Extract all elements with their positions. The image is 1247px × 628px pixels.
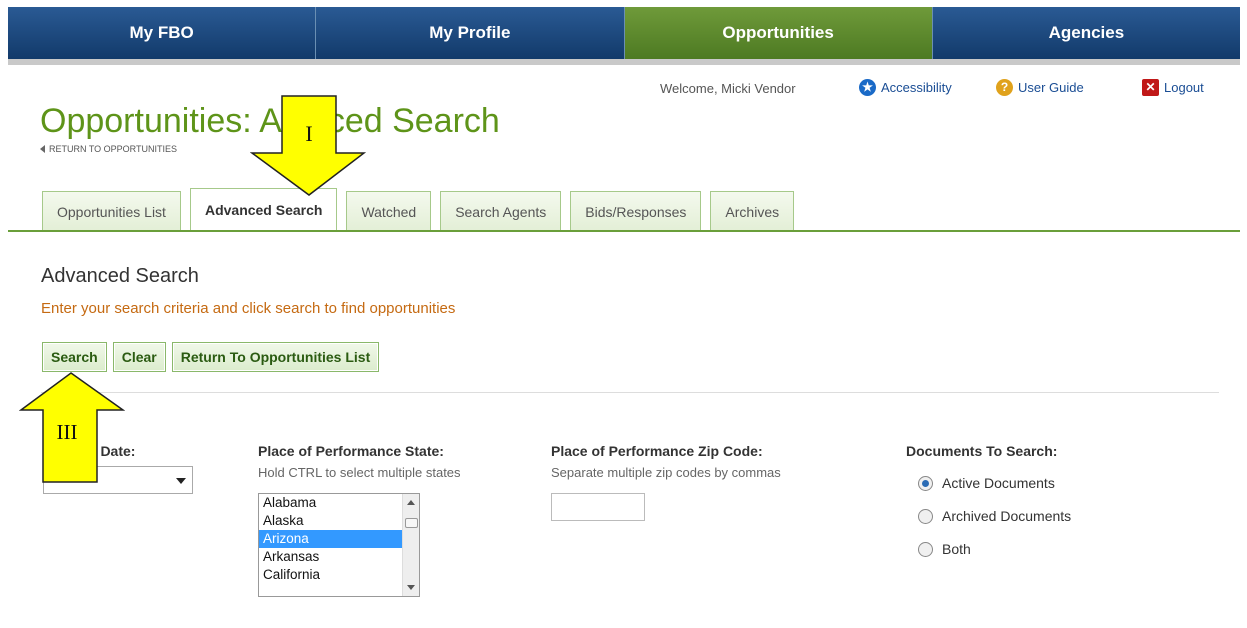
radio-both[interactable]: Both xyxy=(918,541,971,557)
sub-tabs: Opportunities List Advanced Search Watch… xyxy=(42,188,803,232)
accessibility-icon: ★ xyxy=(859,79,876,96)
tab-label: Opportunities List xyxy=(57,203,166,220)
welcome-text: Welcome, Micki Vendor xyxy=(660,81,796,96)
nav-tab-agencies[interactable]: Agencies xyxy=(932,7,1240,59)
clear-button[interactable]: Clear xyxy=(112,342,166,372)
help-icon: ? xyxy=(996,79,1013,96)
radio-label: Archived Documents xyxy=(942,508,1072,524)
zip-label: Place of Performance Zip Code: xyxy=(551,443,763,459)
radio-checked[interactable] xyxy=(918,475,933,491)
documents-label: Documents To Search: xyxy=(906,443,1058,459)
state-option-selected[interactable]: Arizona xyxy=(259,530,410,548)
section-subtitle: Enter your search criteria and click sea… xyxy=(41,300,456,317)
accessibility-link[interactable]: ★ Accessibility xyxy=(859,79,952,96)
tab-label: Search Agents xyxy=(455,203,547,220)
nav-tab-label: My Profile xyxy=(429,23,511,42)
logout-link[interactable]: ✕ Logout xyxy=(1142,79,1204,96)
tab-archives[interactable]: Archives xyxy=(710,191,795,232)
tab-label: Watched xyxy=(361,203,417,220)
return-button-label: Return To Opportunities List xyxy=(180,349,371,365)
form-divider xyxy=(41,392,1219,393)
scroll-thumb[interactable] xyxy=(405,518,418,528)
nav-tab-label: My FBO xyxy=(129,23,194,42)
state-option[interactable]: Alaska xyxy=(259,512,410,530)
nav-tab-label: Agencies xyxy=(1048,23,1125,42)
zip-code-input[interactable] xyxy=(551,493,645,521)
state-label: Place of Performance State: xyxy=(258,443,444,459)
chevron-down-icon xyxy=(176,478,186,484)
page-content: Welcome, Micki Vendor ★ Accessibility ? … xyxy=(8,65,1240,628)
annotation-label-1: I xyxy=(305,121,312,146)
nav-tab-my-fbo[interactable]: My FBO xyxy=(8,7,317,59)
radio-label: Both xyxy=(942,541,971,557)
tab-search-agents[interactable]: Search Agents xyxy=(440,191,562,232)
action-buttons: Search Clear Return To Opportunities Lis… xyxy=(42,342,385,372)
nav-tab-opportunities[interactable]: Opportunities xyxy=(624,7,933,59)
tab-divider xyxy=(8,230,1240,232)
accessibility-label: Accessibility xyxy=(881,80,952,95)
close-icon: ✕ xyxy=(1142,79,1159,96)
return-to-list-button[interactable]: Return To Opportunities List xyxy=(171,342,380,372)
tab-label: Archives xyxy=(725,203,780,220)
radio-unchecked[interactable] xyxy=(918,541,933,557)
logout-label: Logout xyxy=(1164,80,1204,95)
nav-tab-label: Opportunities xyxy=(722,23,834,42)
zip-hint: Separate multiple zip codes by commas xyxy=(551,465,781,480)
search-button-label: Search xyxy=(51,349,98,365)
tab-opportunities-list[interactable]: Opportunities List xyxy=(42,191,181,232)
return-link-label: RETURN TO OPPORTUNITIES xyxy=(49,144,178,154)
main-nav: My FBO My Profile Opportunities Agencies xyxy=(8,7,1240,59)
user-guide-link[interactable]: ? User Guide xyxy=(996,79,1084,96)
tab-bids-responses[interactable]: Bids/Responses xyxy=(570,191,702,232)
tab-label: Advanced Search xyxy=(204,202,323,218)
radio-archived-documents[interactable]: Archived Documents xyxy=(918,508,1071,524)
state-hint: Hold CTRL to select multiple states xyxy=(258,465,461,480)
scroll-down-icon[interactable] xyxy=(407,585,415,590)
state-listbox[interactable]: Alabama Alaska Arizona Arkansas Californ… xyxy=(258,493,420,597)
annotation-arrow-down: I xyxy=(250,95,366,196)
search-button[interactable]: Search xyxy=(42,342,107,372)
radio-label: Active Documents xyxy=(942,475,1055,491)
section-title: Advanced Search xyxy=(41,265,199,287)
state-option[interactable]: Arkansas xyxy=(259,548,410,566)
return-to-opportunities-link[interactable]: RETURN TO OPPORTUNITIES xyxy=(40,144,177,154)
back-arrow-icon xyxy=(40,145,45,153)
scroll-up-icon[interactable] xyxy=(407,500,415,505)
page-title-left: Opportunities: A xyxy=(40,102,282,140)
state-option[interactable]: California xyxy=(259,566,410,584)
user-guide-label: User Guide xyxy=(1018,80,1084,95)
nav-tab-my-profile[interactable]: My Profile xyxy=(316,7,625,59)
radio-active-documents[interactable]: Active Documents xyxy=(918,475,1055,491)
tab-label: Bids/Responses xyxy=(585,203,687,220)
tab-watched[interactable]: Watched xyxy=(346,191,432,232)
listbox-scrollbar[interactable] xyxy=(402,494,419,596)
state-option[interactable]: Alabama xyxy=(259,494,410,512)
annotation-label-3: III xyxy=(57,420,78,444)
radio-unchecked[interactable] xyxy=(918,508,933,524)
clear-button-label: Clear xyxy=(121,349,157,365)
annotation-arrow-up: III xyxy=(19,372,125,483)
